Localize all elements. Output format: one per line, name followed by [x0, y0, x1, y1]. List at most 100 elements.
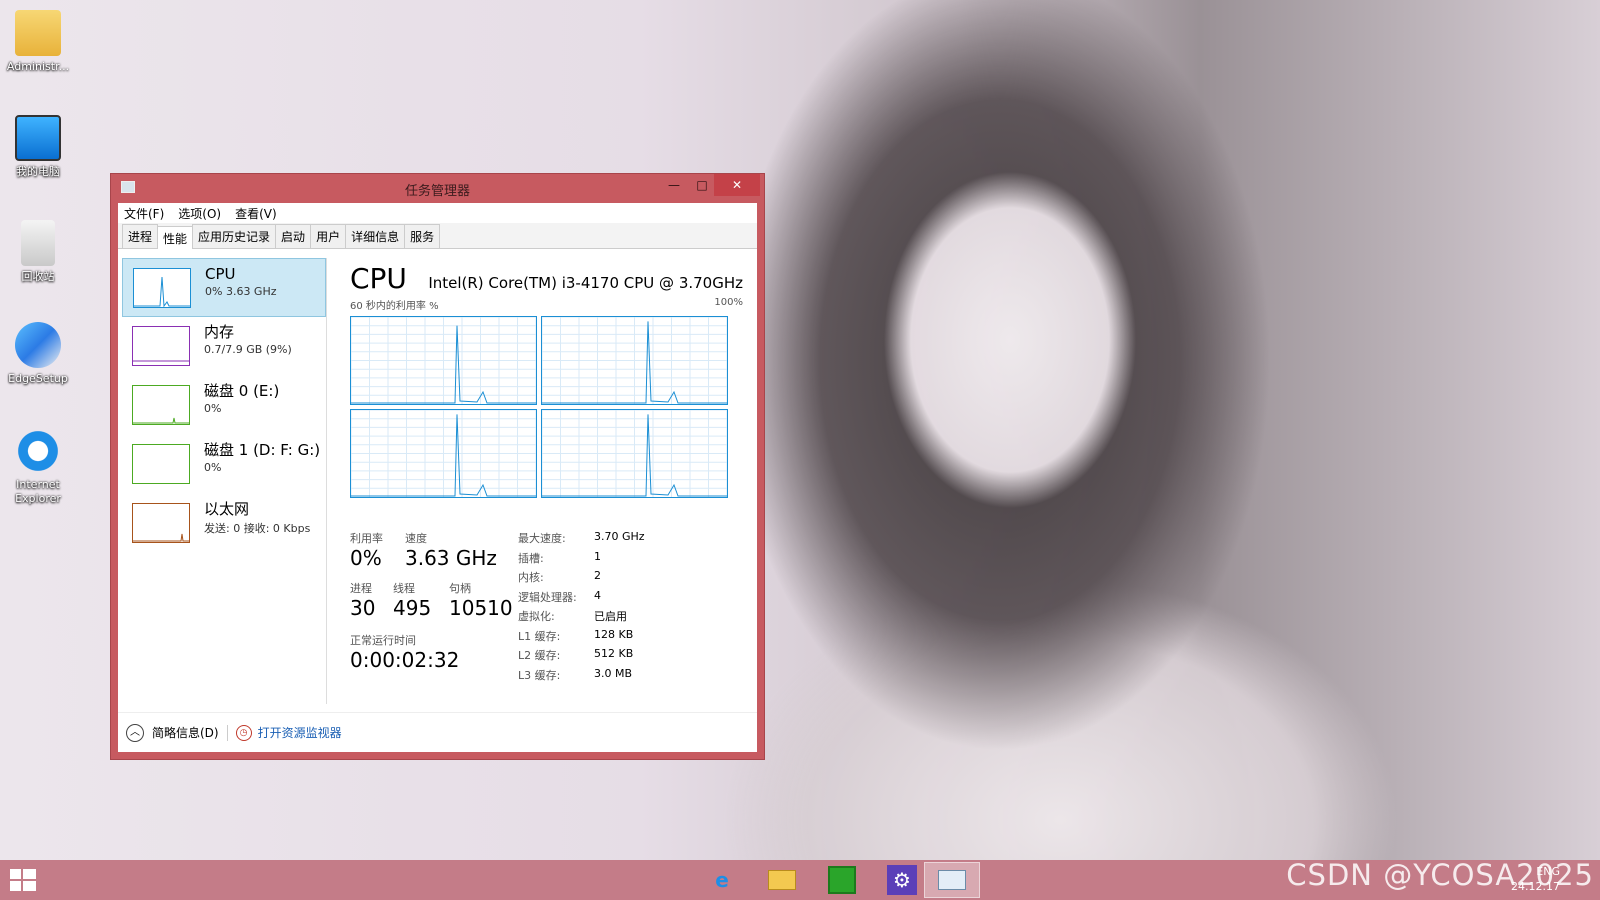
spec-value: 512 KB — [594, 647, 634, 660]
spec-value: 3.0 MB — [594, 666, 633, 680]
cpu-detail: CPU Intel(R) Core(TM) i3-4170 CPU @ 3.70… — [350, 262, 743, 712]
internet-explorer-icon — [15, 428, 61, 474]
sidebar-item-sub: 0% — [204, 402, 222, 415]
brief-info-button[interactable]: 简略信息(D) — [152, 724, 219, 741]
cpu-heading: CPU — [350, 262, 407, 295]
taskbar-file-explorer-icon[interactable] — [754, 862, 810, 898]
handles-label: 句柄 — [449, 582, 471, 595]
cpu-core-graph — [541, 316, 728, 405]
speed-value: 3.63 GHz — [405, 546, 497, 570]
tab-startup[interactable]: 启动 — [275, 224, 312, 248]
desktop-icon-administrator[interactable]: Administr... — [4, 10, 72, 74]
spec-key: 最大速度: — [518, 532, 566, 545]
sidebar-item-name: 内存 — [204, 323, 235, 341]
menu-file[interactable]: 文件(F) — [124, 205, 164, 222]
menu-options[interactable]: 选项(O) — [178, 205, 221, 222]
sidebar-item-name: 磁盘 1 (D: F: G:) — [204, 441, 321, 459]
spec-key: 逻辑处理器: — [518, 590, 577, 604]
uptime-value: 0:00:02:32 — [350, 648, 460, 672]
disk0-thumb-graph — [132, 385, 190, 425]
desktop-icon-recycle-bin[interactable]: 回收站 — [4, 220, 72, 284]
util-value: 0% — [350, 546, 382, 570]
ethernet-thumb-graph — [132, 503, 190, 543]
spec-key: L1 缓存: — [518, 629, 561, 643]
spec-key: L2 缓存: — [518, 649, 561, 662]
tab-details[interactable]: 详细信息 — [345, 224, 406, 248]
footer-separator — [226, 724, 228, 741]
menu-bar: 文件(F) 选项(O) 查看(V) — [118, 203, 757, 223]
windows-start-icon[interactable] — [10, 869, 36, 891]
sidebar-item-name: 以太网 — [204, 500, 250, 518]
memory-thumb-graph — [132, 326, 190, 366]
tab-processes[interactable]: 进程 — [122, 224, 159, 248]
threads-label: 线程 — [393, 582, 415, 595]
sidebar-item-sub: 0% 3.63 GHz — [205, 285, 277, 298]
maximize-button[interactable]: □ — [687, 174, 717, 196]
cpu-core-graph — [350, 409, 537, 498]
uptime-label: 正常运行时间 — [350, 634, 416, 647]
sidebar-item-name: 磁盘 0 (E:) — [204, 382, 280, 400]
sidebar-divider — [326, 258, 327, 704]
spec-key: 内核: — [518, 571, 544, 584]
footer-bar: ︿ 简略信息(D) ◷ 打开资源监视器 — [118, 712, 757, 752]
cpu-graphs — [350, 316, 743, 498]
desktop-icon-internet-explorer[interactable]: Internet Explorer — [4, 428, 72, 506]
desktop-icon-edgesetup[interactable]: EdgeSetup — [4, 322, 72, 386]
resource-sidebar: CPU 0% 3.63 GHz 内存 0.7/7.9 GB (9%) 磁盘 0 … — [118, 258, 326, 553]
sidebar-item-memory[interactable]: 内存 0.7/7.9 GB (9%) — [122, 317, 326, 376]
spec-key: L3 缓存: — [518, 668, 561, 682]
spec-value: 已启用 — [594, 610, 627, 623]
performance-panel: CPU 0% 3.63 GHz 内存 0.7/7.9 GB (9%) 磁盘 0 … — [118, 250, 757, 712]
sidebar-item-ethernet[interactable]: 以太网 发送: 0 接收: 0 Kbps — [122, 494, 326, 553]
cpu-model: Intel(R) Core(TM) i3-4170 CPU @ 3.70GHz — [428, 274, 743, 292]
sidebar-item-disk-1[interactable]: 磁盘 1 (D: F: G:) 0% — [122, 435, 326, 494]
spec-value: 128 KB — [594, 627, 634, 641]
sidebar-item-disk-0[interactable]: 磁盘 0 (E:) 0% — [122, 376, 326, 435]
spec-value: 1 — [594, 549, 601, 563]
cpu-core-graph — [350, 316, 537, 405]
taskbar-settings-icon[interactable]: ⚙ — [874, 862, 930, 898]
spec-value: 4 — [594, 588, 601, 602]
computer-icon — [15, 115, 61, 161]
installer-icon — [15, 322, 61, 368]
tab-services[interactable]: 服务 — [404, 224, 441, 248]
menu-view[interactable]: 查看(V) — [235, 205, 277, 222]
util-label: 利用率 — [350, 532, 383, 545]
graph-right-label: 100% — [714, 297, 743, 308]
user-folder-icon — [15, 10, 61, 56]
sidebar-item-name: CPU — [205, 265, 236, 283]
wallpaper — [640, 0, 1600, 860]
taskbar-task-manager-icon[interactable] — [924, 862, 980, 898]
tab-users[interactable]: 用户 — [310, 224, 347, 248]
sidebar-item-sub: 0% — [204, 461, 222, 474]
processes-label: 进程 — [350, 582, 372, 595]
graph-left-label: 60 秒内的利用率 % — [350, 301, 439, 312]
window-client: 文件(F) 选项(O) 查看(V) 进程 性能 应用历史记录 启动 用户 详细信… — [118, 203, 757, 752]
cpu-spec-table: 最大速度: 3.70 GHz 插槽: 1 内核: 2 逻辑处理器: 4 虚拟化: 已启用 … — [518, 530, 645, 686]
watermark: CSDN @YCOSA2025 — [1286, 858, 1594, 892]
tab-bar: 进程 性能 应用历史记录 启动 用户 详细信息 服务 — [118, 223, 757, 249]
desktop-icon-my-computer[interactable]: 我的电脑 — [4, 115, 72, 179]
sidebar-item-cpu[interactable]: CPU 0% 3.63 GHz — [122, 258, 326, 317]
disk1-thumb-graph — [132, 444, 190, 484]
resource-monitor-icon: ◷ — [235, 724, 252, 741]
open-resource-monitor-link[interactable]: 打开资源监视器 — [258, 724, 342, 741]
tab-performance[interactable]: 性能 — [157, 226, 194, 249]
cpu-core-graph — [541, 409, 728, 498]
spec-key: 插槽: — [518, 551, 544, 565]
taskbar-store-icon[interactable] — [814, 862, 870, 898]
cpu-thumb-graph — [133, 268, 191, 308]
title-bar[interactable]: 任务管理器 — □ ✕ — [111, 174, 764, 202]
chevron-up-icon[interactable]: ︿ — [126, 723, 144, 742]
spec-value: 3.70 GHz — [594, 530, 645, 543]
spec-value: 2 — [594, 569, 601, 582]
minimize-button[interactable]: — — [659, 174, 689, 196]
threads-value: 495 — [393, 596, 432, 620]
taskbar-internet-explorer-icon[interactable]: e — [694, 862, 750, 898]
close-button[interactable]: ✕ — [714, 174, 760, 196]
recycle-bin-icon — [21, 220, 55, 266]
processes-value: 30 — [350, 596, 376, 620]
spec-key: 虚拟化: — [518, 610, 555, 623]
tab-app-history[interactable]: 应用历史记录 — [192, 224, 277, 248]
task-manager-window: 任务管理器 — □ ✕ 文件(F) 选项(O) 查看(V) 进程 性能 应用历史… — [110, 173, 765, 760]
